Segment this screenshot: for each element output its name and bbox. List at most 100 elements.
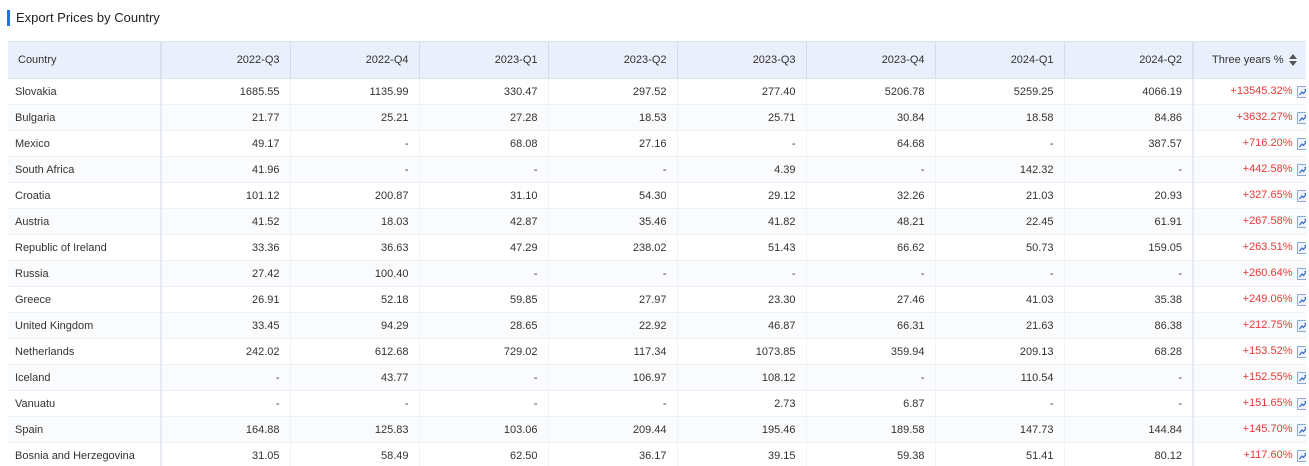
trend-chart-icon[interactable] [1296, 267, 1306, 280]
price-cell: 51.43 [677, 234, 807, 261]
price-cell: 54.30 [548, 182, 678, 209]
country-name[interactable]: Mexico [15, 138, 50, 150]
price-value: - [533, 371, 538, 384]
three-years-change-cell: +151.65% [1192, 390, 1306, 417]
trend-chart-icon[interactable] [1296, 423, 1306, 436]
price-cell: 62.50 [419, 442, 549, 466]
price-value: 189.58 [890, 423, 925, 436]
price-value: - [275, 371, 280, 384]
price-value: 209.44 [632, 423, 667, 436]
price-value: 58.49 [380, 449, 409, 462]
trend-chart-icon[interactable] [1296, 397, 1306, 410]
price-value: 5206.78 [884, 85, 925, 98]
trend-chart-icon[interactable] [1296, 215, 1306, 228]
country-cell: Bosnia and Herzegovina [8, 442, 162, 466]
trend-chart-icon[interactable] [1296, 449, 1306, 462]
price-value: 31.05 [251, 449, 280, 462]
trend-chart-icon[interactable] [1296, 85, 1306, 98]
price-value: 41.96 [251, 163, 280, 176]
trend-chart-icon[interactable] [1296, 241, 1306, 254]
country-name[interactable]: Croatia [15, 190, 50, 202]
price-value: 86.38 [1154, 319, 1182, 332]
price-value: 51.41 [1025, 449, 1054, 462]
price-cell: 5259.25 [935, 78, 1065, 105]
price-value: - [275, 397, 280, 410]
price-cell: 84.86 [1064, 104, 1194, 131]
trend-chart-icon[interactable] [1296, 163, 1306, 176]
country-cell: Vanuatu [8, 390, 162, 417]
trend-chart-icon[interactable] [1296, 345, 1306, 358]
three-years-change-cell: +117.60% [1192, 442, 1306, 466]
price-value: - [662, 267, 667, 280]
trend-chart-icon[interactable] [1296, 293, 1306, 306]
price-value: 330.47 [503, 85, 538, 98]
price-cell: 94.29 [290, 312, 420, 339]
price-cell: 59.38 [806, 442, 936, 466]
column-header-label: 2023-Q2 [623, 54, 667, 66]
trend-chart-icon[interactable] [1296, 137, 1306, 150]
country-name[interactable]: Greece [15, 294, 51, 306]
country-name[interactable]: Republic of Ireland [15, 242, 107, 254]
price-value: 108.12 [761, 371, 796, 384]
country-name[interactable]: United Kingdom [15, 320, 93, 332]
three-years-change-cell: +152.55% [1192, 364, 1306, 391]
price-cell: 35.46 [548, 208, 678, 235]
column-header-period: 2024-Q2 [1064, 41, 1194, 79]
country-cell: Mexico [8, 130, 162, 157]
table-row: Vanuatu - - - - 2.73 6.87 - - +151.65% [8, 390, 1306, 417]
price-cell: 41.52 [161, 208, 291, 235]
country-cell: Slovakia [8, 78, 162, 105]
price-value: 27.46 [896, 293, 925, 306]
country-name[interactable]: Netherlands [15, 346, 74, 358]
price-value: 48.21 [896, 215, 925, 228]
price-cell: 189.58 [806, 416, 936, 443]
price-cell: 47.29 [419, 234, 549, 261]
price-value: 4066.19 [1142, 85, 1182, 98]
price-value: 5259.25 [1013, 85, 1054, 98]
price-value: - [404, 397, 409, 410]
table-row: Croatia 101.12 200.87 31.10 54.30 29.12 32.26 2… [8, 182, 1306, 209]
price-value: 125.83 [374, 423, 409, 436]
country-name[interactable]: Iceland [15, 372, 50, 384]
table-row: Bosnia and Herzegovina 31.05 58.49 62.50 36.… [8, 442, 1306, 466]
price-cell: - [419, 364, 549, 391]
column-header-label: 2022-Q4 [365, 54, 409, 66]
price-cell: 2.73 [677, 390, 807, 417]
price-cell: 18.58 [935, 104, 1065, 131]
price-cell: - [419, 260, 549, 287]
three-years-change-value: +249.06% [1242, 293, 1293, 306]
trend-chart-icon[interactable] [1296, 111, 1306, 124]
country-name[interactable]: Austria [15, 216, 49, 228]
price-value: 50.73 [1025, 241, 1054, 254]
country-name[interactable]: Bulgaria [15, 112, 55, 124]
price-value: 27.28 [509, 111, 538, 124]
column-header-country: Country [8, 41, 162, 79]
price-cell: 31.10 [419, 182, 549, 209]
country-name[interactable]: Vanuatu [15, 398, 55, 410]
price-cell: 1135.99 [290, 78, 420, 105]
trend-chart-icon[interactable] [1296, 189, 1306, 202]
country-cell: South Africa [8, 156, 162, 183]
country-name[interactable]: Spain [15, 424, 43, 436]
column-header-three-years[interactable]: Three years % [1192, 41, 1306, 79]
sort-icon[interactable] [1288, 54, 1297, 67]
country-name[interactable]: Bosnia and Herzegovina [15, 450, 135, 462]
price-value: 36.63 [380, 241, 409, 254]
price-value: 59.85 [509, 293, 538, 306]
price-value: - [920, 163, 925, 176]
table-row: Spain 164.88 125.83 103.06 209.44 195.46 189.5… [8, 416, 1306, 443]
country-cell: Iceland [8, 364, 162, 391]
country-name[interactable]: Slovakia [15, 86, 57, 98]
price-cell: - [548, 390, 678, 417]
trend-chart-icon[interactable] [1296, 319, 1306, 332]
column-header-label: Country [18, 54, 57, 66]
price-value: 200.87 [374, 189, 409, 202]
country-name[interactable]: Russia [15, 268, 49, 280]
price-cell: 101.12 [161, 182, 291, 209]
export-prices-table-container[interactable]: Country 2022-Q3 2022-Q4 2023-Q1 2023-Q2 2023-… [8, 41, 1306, 466]
country-name[interactable]: South Africa [15, 164, 74, 176]
price-value: 21.63 [1025, 319, 1054, 332]
trend-chart-icon[interactable] [1296, 371, 1306, 384]
price-value: - [533, 267, 538, 280]
price-cell: - [806, 156, 936, 183]
